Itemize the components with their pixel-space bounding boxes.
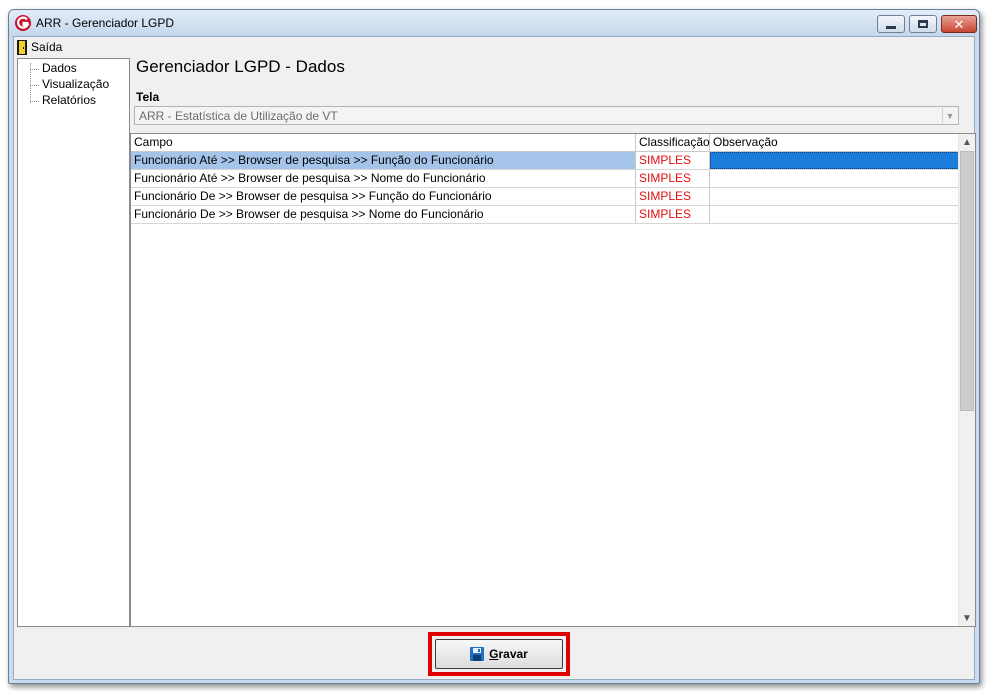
close-icon: ✕ xyxy=(953,16,965,32)
column-header-campo[interactable]: Campo xyxy=(131,134,636,152)
save-button-label: Gravar xyxy=(489,647,528,661)
cell-classificacao[interactable]: SIMPLES xyxy=(636,188,710,205)
close-button[interactable]: ✕ xyxy=(941,15,977,33)
navigation-tree: Dados Visualização Relatórios xyxy=(17,58,130,627)
tela-label: Tela xyxy=(136,90,160,104)
minimize-icon xyxy=(886,25,896,29)
tree-item-visualizacao[interactable]: Visualização xyxy=(42,77,109,91)
maximize-button[interactable] xyxy=(909,15,937,33)
app-window: ARR - Gerenciador LGPD ✕ Saída Dados Vis… xyxy=(8,9,980,684)
save-button-highlight: Gravar xyxy=(428,632,570,676)
grid-header: Campo Classificação Observação xyxy=(131,134,959,152)
page-title: Gerenciador LGPD - Dados xyxy=(136,57,345,76)
column-header-classificacao[interactable]: Classificação xyxy=(636,134,710,152)
data-grid: Campo Classificação Observação Funcionár… xyxy=(130,133,976,627)
cell-observacao[interactable] xyxy=(710,188,959,205)
column-header-observacao[interactable]: Observação xyxy=(710,134,959,152)
scroll-down-icon[interactable]: ▼ xyxy=(959,610,975,626)
title-bar[interactable]: ARR - Gerenciador LGPD ✕ xyxy=(9,10,979,36)
tree-connector xyxy=(30,101,39,102)
scroll-up-icon[interactable]: ▲ xyxy=(959,134,975,150)
table-row[interactable]: Funcionário De >> Browser de pesquisa >>… xyxy=(131,188,959,206)
maximize-icon xyxy=(918,20,928,28)
chevron-down-icon[interactable]: ▼ xyxy=(942,108,957,123)
exit-door-icon xyxy=(17,39,27,55)
cell-observacao[interactable] xyxy=(710,152,959,169)
cell-campo[interactable]: Funcionário De >> Browser de pesquisa >>… xyxy=(131,188,636,205)
table-row[interactable]: Funcionário Até >> Browser de pesquisa >… xyxy=(131,170,959,188)
cell-classificacao[interactable]: SIMPLES xyxy=(636,170,710,187)
client-area: Saída Dados Visualização Relatórios Gere… xyxy=(13,36,976,680)
menu-exit[interactable]: Saída xyxy=(17,38,62,56)
table-row[interactable]: Funcionário Até >> Browser de pesquisa >… xyxy=(131,152,959,170)
floppy-disk-icon xyxy=(470,647,485,661)
grid-body: Funcionário Até >> Browser de pesquisa >… xyxy=(131,152,959,224)
tela-select[interactable]: ARR - Estatística de Utilização de VT ▼ xyxy=(134,106,959,125)
tela-select-value: ARR - Estatística de Utilização de VT xyxy=(139,109,338,123)
cell-classificacao[interactable]: SIMPLES xyxy=(636,206,710,223)
tree-connector xyxy=(30,85,39,86)
save-button[interactable]: Gravar xyxy=(435,639,563,669)
cell-campo[interactable]: Funcionário De >> Browser de pesquisa >>… xyxy=(131,206,636,223)
menu-exit-label: Saída xyxy=(31,40,63,54)
cell-classificacao[interactable]: SIMPLES xyxy=(636,152,710,169)
app-logo-icon xyxy=(15,15,31,31)
table-row[interactable]: Funcionário De >> Browser de pesquisa >>… xyxy=(131,206,959,224)
cell-observacao[interactable] xyxy=(710,206,959,223)
tree-item-dados[interactable]: Dados xyxy=(42,61,77,75)
scrollbar-thumb[interactable] xyxy=(960,151,974,411)
tree-connector xyxy=(30,69,39,70)
minimize-button[interactable] xyxy=(877,15,905,33)
vertical-scrollbar[interactable]: ▲ ▼ xyxy=(958,134,975,626)
cell-campo[interactable]: Funcionário Até >> Browser de pesquisa >… xyxy=(131,170,636,187)
tree-item-relatorios[interactable]: Relatórios xyxy=(42,93,96,107)
menu-bar: Saída xyxy=(14,37,974,57)
window-title: ARR - Gerenciador LGPD xyxy=(36,16,175,30)
cell-observacao[interactable] xyxy=(710,170,959,187)
cell-campo[interactable]: Funcionário Até >> Browser de pesquisa >… xyxy=(131,152,636,169)
